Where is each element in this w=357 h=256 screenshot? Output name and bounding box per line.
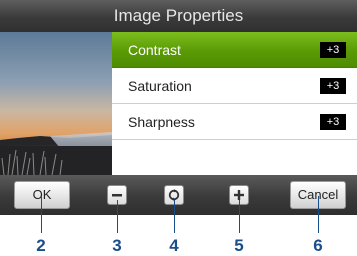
property-label: Contrast: [128, 42, 181, 58]
image-preview: [0, 32, 112, 175]
ok-button[interactable]: OK: [14, 181, 70, 209]
callout-number: 6: [313, 236, 323, 255]
callout-line: [174, 200, 175, 233]
property-label: Sharpness: [128, 114, 195, 130]
callout-number: 5: [234, 236, 244, 255]
callout-line: [318, 196, 319, 233]
callout-line: [239, 200, 240, 233]
callout-line: [117, 200, 118, 233]
bottom-toolbar: OK Cancel: [0, 175, 357, 215]
properties-list: Contrast +3 Saturation +3 Sharpness +3: [112, 32, 357, 175]
callout-number: 4: [169, 236, 179, 255]
property-value-badge: +3: [320, 78, 346, 94]
callout-number: 3: [112, 236, 122, 255]
property-value-badge: +3: [320, 114, 346, 130]
property-row-saturation[interactable]: Saturation +3: [112, 68, 357, 104]
callout-number: 2: [36, 236, 46, 255]
property-row-contrast[interactable]: Contrast +3: [112, 32, 357, 68]
callout-line: [41, 196, 42, 233]
property-row-sharpness[interactable]: Sharpness +3: [112, 104, 357, 140]
property-label: Saturation: [128, 78, 192, 94]
property-value-badge: +3: [320, 42, 346, 58]
window-title: Image Properties: [0, 0, 357, 32]
